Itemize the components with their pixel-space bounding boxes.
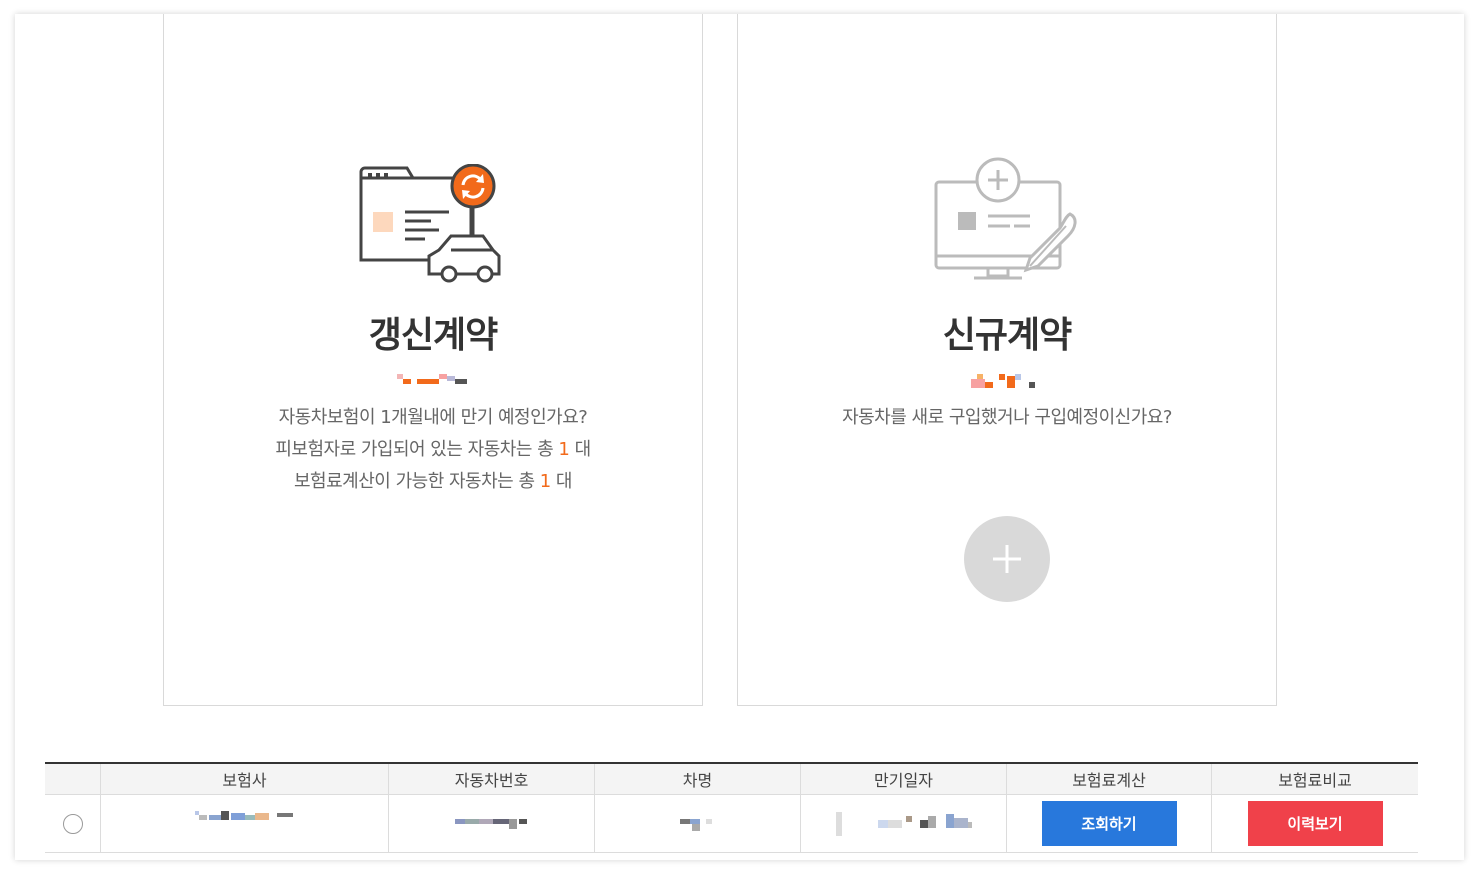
new-desc-line1: 자동차를 새로 구입했거나 구입예정이신가요?: [842, 407, 1172, 428]
new-masked-text: [971, 374, 1035, 388]
new-card-title: 신규계약: [942, 315, 1072, 356]
insured-car-count: 1: [558, 439, 570, 460]
new-card-description: 자동차를 새로 구입했거나 구입예정이신가요?: [738, 402, 1276, 434]
renew-masked-text: [397, 374, 467, 384]
renew-desc-line2-unit: 대: [569, 439, 592, 460]
renew-desc-line3: 보험료계산이 가능한 자동차는 총 1 대: [164, 466, 702, 498]
lookup-button[interactable]: 조회하기: [1041, 801, 1177, 846]
vehicle-table: 보험사 자동차번호 차명 만기일자 보험료계산 보험료비교 조회하기 이력보기: [45, 762, 1418, 853]
monitor-plus-feather-icon: [934, 157, 1077, 280]
renew-contract-card[interactable]: 갱신계약 자동차보험이 1개월내에 만기 예정인가요? 피보험자로 가입되어 있…: [163, 14, 703, 706]
renew-desc-line3-unit: 대: [550, 471, 573, 492]
car-number-masked: [454, 818, 527, 829]
header-insurer: 보험사: [100, 764, 388, 794]
calculable-car-count: 1: [539, 471, 551, 492]
header-car-name: 차명: [594, 764, 800, 794]
expiry-date-masked: [835, 811, 972, 836]
row-select-cell: [45, 795, 100, 852]
car-name-cell: [594, 795, 800, 852]
header-premium-compare: 보험료비교: [1211, 764, 1418, 794]
browser-car-refresh-icon: [359, 164, 501, 283]
table-row: 조회하기 이력보기: [45, 795, 1418, 853]
renew-desc-line3-text: 보험료계산이 가능한 자동차는 총: [294, 471, 540, 492]
expiry-date-cell: [800, 795, 1006, 852]
header-select: [45, 764, 100, 794]
add-new-contract-button[interactable]: [964, 516, 1050, 602]
renew-desc-line2-text: 피보험자로 가입되어 있는 자동차는 총: [275, 439, 559, 460]
row-radio[interactable]: [62, 813, 83, 834]
new-contract-card[interactable]: 신규계약 자동차를 새로 구입했거나 구입예정이신가요?: [737, 14, 1277, 706]
premium-compare-cell: 이력보기: [1211, 795, 1418, 852]
renew-desc-line2: 피보험자로 가입되어 있는 자동차는 총 1 대: [164, 434, 702, 466]
renew-card-title: 갱신계약: [368, 315, 498, 356]
history-button[interactable]: 이력보기: [1247, 801, 1383, 846]
insurer-cell: [100, 795, 388, 852]
car-name-masked: [679, 818, 712, 831]
header-car-number: 자동차번호: [388, 764, 594, 794]
renew-card-description: 자동차보험이 1개월내에 만기 예정인가요? 피보험자로 가입되어 있는 자동차…: [164, 402, 702, 498]
main-frame: 갱신계약 자동차보험이 1개월내에 만기 예정인가요? 피보험자로 가입되어 있…: [15, 14, 1464, 860]
premium-calc-cell: 조회하기: [1006, 795, 1211, 852]
table-header: 보험사 자동차번호 차명 만기일자 보험료계산 보험료비교: [45, 764, 1418, 795]
header-premium-calc: 보험료계산: [1006, 764, 1211, 794]
plus-icon: [993, 545, 1021, 573]
car-number-cell: [388, 795, 594, 852]
insurer-masked: [194, 810, 293, 820]
header-expiry-date: 만기일자: [800, 764, 1006, 794]
renew-desc-line1: 자동차보험이 1개월내에 만기 예정인가요?: [278, 407, 588, 428]
